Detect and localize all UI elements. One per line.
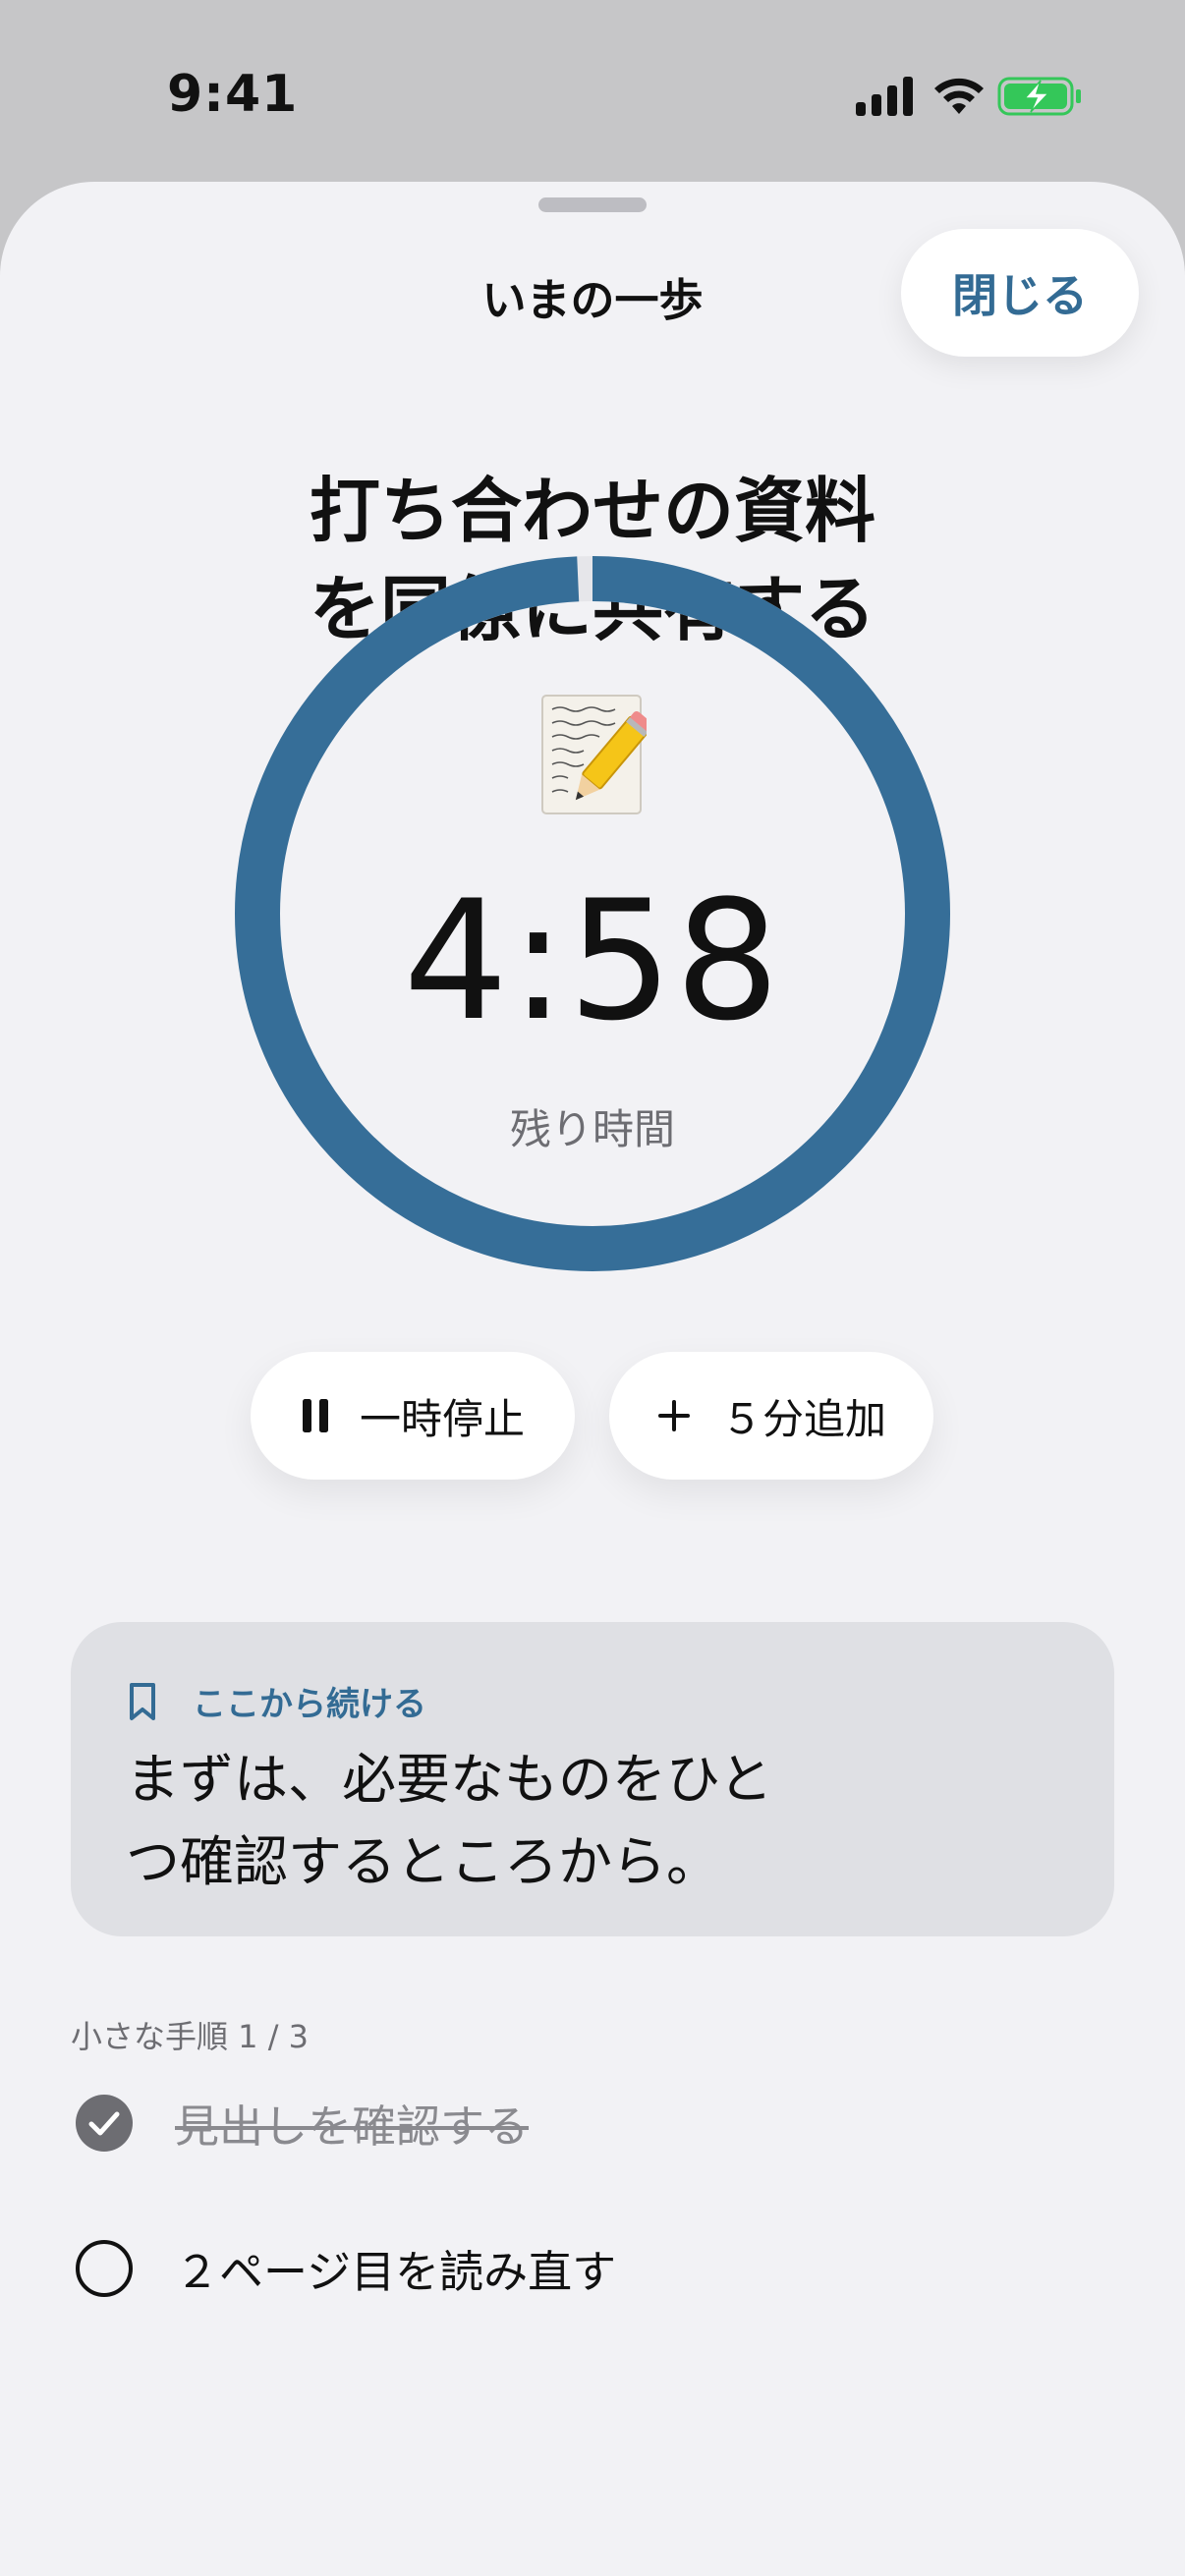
step-label: ２ページ目を読み直す xyxy=(175,2246,617,2298)
status-bar: 9:41 xyxy=(0,0,1185,187)
task-title-line-1: 打ち合わせの資料 xyxy=(309,470,875,552)
resume-text-line-2: つ確認するところから。 xyxy=(126,1830,721,1893)
resume-label: ここから続ける xyxy=(193,1685,426,1724)
empty-circle-icon[interactable] xyxy=(75,2239,134,2298)
timer-remaining-value: 4:58 xyxy=(403,865,782,1057)
memo-pencil-icon xyxy=(541,695,647,814)
sheet-grabber[interactable] xyxy=(538,197,647,212)
close-button[interactable]: 閉じる xyxy=(901,229,1139,357)
timer-sheet: いまの一歩 閉じる 打ち合わせの資料 を同僚に共有する xyxy=(0,182,1185,2576)
step-item[interactable]: 見出しを確認する xyxy=(75,2091,529,2155)
resume-text-line-1: まずは、必要なものをひと xyxy=(126,1748,773,1811)
pause-button[interactable]: 一時停止 xyxy=(251,1352,575,1480)
resume-card: ここから続ける まずは、必要なものをひと つ確認するところから。 xyxy=(71,1622,1114,1936)
resume-label-row: ここから続ける xyxy=(128,1677,426,1725)
add-five-minutes-label: ５分追加 xyxy=(720,1394,886,1443)
add-five-minutes-button[interactable]: ５分追加 xyxy=(609,1352,933,1480)
bookmark-icon xyxy=(130,1682,155,1720)
steps-header: 小さな手順 1 / 3 xyxy=(71,2018,310,2055)
cellular-signal-icon xyxy=(856,77,913,116)
checkmark-filled-icon[interactable] xyxy=(75,2094,134,2153)
step-item[interactable]: ２ページ目を読み直す xyxy=(75,2236,616,2300)
resume-text: まずは、必要なものをひと つ確認するところから。 xyxy=(126,1738,873,1903)
wifi-icon xyxy=(934,78,984,114)
pause-icon xyxy=(301,1398,330,1433)
status-time: 9:41 xyxy=(167,65,299,124)
pause-button-label: 一時停止 xyxy=(359,1394,525,1443)
plus-icon xyxy=(656,1398,692,1433)
timer-caption: 残り時間 xyxy=(509,1105,675,1153)
battery-charging-icon xyxy=(997,77,1081,116)
step-label: 見出しを確認する xyxy=(175,2100,530,2153)
